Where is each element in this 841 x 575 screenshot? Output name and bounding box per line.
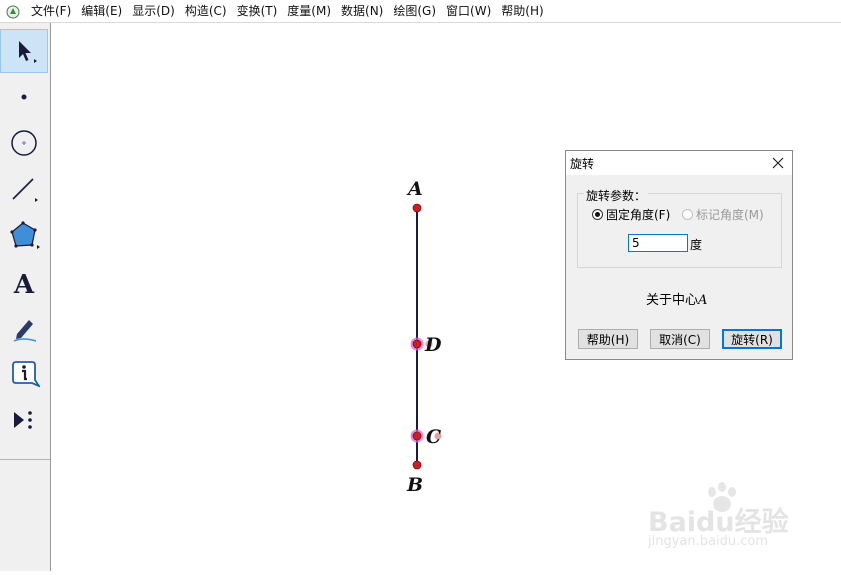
- menu-bar: 文件(F) 编辑(E) 显示(D) 构造(C) 变换(T) 度量(M) 数据(N…: [0, 0, 841, 23]
- dialog-title-bar[interactable]: 旋转: [566, 151, 792, 175]
- angle-input[interactable]: [628, 234, 688, 252]
- toolbox: A: [0, 23, 51, 571]
- rotation-params-label: 旋转参数：: [584, 187, 649, 204]
- radio-fixed-angle[interactable]: 固定角度(F): [592, 206, 670, 223]
- compass-icon: [11, 130, 37, 156]
- custom-tools[interactable]: [0, 399, 48, 443]
- radio-marked-angle-indicator: [682, 209, 693, 220]
- point-tool[interactable]: [0, 75, 48, 119]
- text-tool-icon: A: [13, 270, 35, 298]
- radio-fixed-angle-label: 固定角度(F): [606, 208, 671, 222]
- label-d[interactable]: D: [424, 334, 442, 356]
- marker-tool[interactable]: [0, 307, 48, 351]
- angle-unit: 度: [690, 238, 703, 252]
- line-segment-tool[interactable]: [0, 167, 48, 211]
- menu-display[interactable]: 显示(D): [127, 0, 180, 22]
- radio-marked-angle-label: 标记角度(M): [696, 208, 764, 222]
- point-a[interactable]: [412, 203, 422, 213]
- rotation-center-point: A: [698, 293, 708, 308]
- polygon-tool[interactable]: [0, 213, 48, 257]
- app-logo-icon: [6, 4, 20, 19]
- point-icon: [21, 94, 27, 100]
- label-c[interactable]: C: [426, 426, 441, 448]
- line-segment-icon: [12, 178, 38, 202]
- text-tool[interactable]: A: [0, 261, 48, 305]
- svg-text:A: A: [13, 270, 35, 298]
- menu-data[interactable]: 数据(N): [336, 0, 388, 22]
- close-icon: [772, 157, 784, 169]
- watermark: Baidu经验 jingyan.baidu.com: [648, 482, 798, 552]
- menu-edit[interactable]: 编辑(E): [76, 0, 127, 22]
- rotation-params-group: [577, 193, 782, 268]
- rotation-center-prefix: 关于中心: [646, 293, 699, 308]
- cancel-button[interactable]: 取消(C): [650, 329, 710, 349]
- label-b[interactable]: B: [406, 474, 423, 496]
- rotate-dialog: 旋转 旋转参数： 固定角度(F) 标记角度(M) 度 关于中心A 帮助(H) 取…: [565, 150, 793, 360]
- toolbar-divider: [0, 459, 50, 460]
- compass-tool[interactable]: [0, 121, 48, 165]
- point-c[interactable]: [412, 431, 422, 441]
- close-button[interactable]: [768, 153, 788, 173]
- menu-graph[interactable]: 绘图(G): [388, 0, 441, 22]
- radio-marked-angle: 标记角度(M): [682, 206, 764, 223]
- dialog-title: 旋转: [570, 157, 595, 171]
- watermark-url: jingyan.baidu.com: [648, 534, 768, 549]
- menu-construct[interactable]: 构造(C): [180, 0, 232, 22]
- info-tool[interactable]: [0, 353, 48, 397]
- info-icon: [12, 361, 40, 388]
- menu-measure[interactable]: 度量(M): [282, 0, 336, 22]
- radio-fixed-angle-indicator[interactable]: [592, 209, 603, 220]
- rotate-button[interactable]: 旋转(R): [722, 329, 782, 349]
- arrow-select-icon: [19, 41, 37, 63]
- menu-transform[interactable]: 变换(T): [232, 0, 283, 22]
- menu-help[interactable]: 帮助(H): [496, 0, 548, 22]
- custom-tools-icon: [14, 411, 32, 429]
- point-d[interactable]: [412, 339, 422, 349]
- label-a[interactable]: A: [406, 178, 423, 200]
- menu-window[interactable]: 窗口(W): [441, 0, 496, 22]
- rotation-center-label: 关于中心A: [646, 289, 707, 308]
- help-button[interactable]: 帮助(H): [578, 329, 638, 349]
- arrow-select-tool[interactable]: [0, 29, 48, 73]
- marker-icon: [13, 320, 37, 342]
- point-b[interactable]: [412, 460, 422, 470]
- menu-file[interactable]: 文件(F): [26, 0, 76, 22]
- polygon-icon: [10, 221, 40, 249]
